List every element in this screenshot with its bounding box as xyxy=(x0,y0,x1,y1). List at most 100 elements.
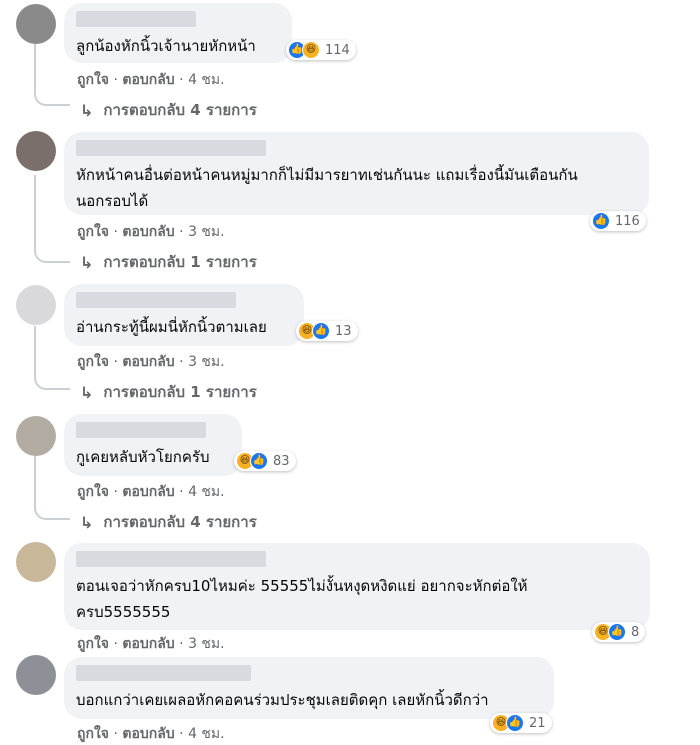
author-name-redacted[interactable] xyxy=(76,665,251,681)
author-name-redacted[interactable] xyxy=(76,292,236,308)
timestamp[interactable]: 4 ชม. xyxy=(188,484,225,500)
reply-action[interactable]: ตอบกลับ xyxy=(122,726,174,742)
comment-text: ลูกน้องหักนิ้วเจ้านายหักหน้า xyxy=(76,37,256,55)
reply-action[interactable]: ตอบกลับ xyxy=(122,224,174,240)
thread-line xyxy=(34,326,36,374)
comment-bubble: อ่านกระทู้นี้ผมนี่หักนิ้วตามเลย xyxy=(64,284,304,346)
comment-text: หักหน้าคนอื่นต่อหน้าคนหมู่มากก็ไม่มีมารย… xyxy=(76,166,578,210)
reply-arrow-icon: ↳ xyxy=(80,252,94,272)
like-reaction-icon: 👍 xyxy=(506,714,524,732)
reply-arrow-icon: ↳ xyxy=(80,100,94,120)
avatar[interactable] xyxy=(16,542,56,582)
separator: · xyxy=(174,484,189,500)
replies-label: การตอบกลับ 4 รายการ xyxy=(103,101,257,119)
avatar[interactable] xyxy=(16,131,56,171)
avatar[interactable] xyxy=(16,285,56,325)
author-name-redacted[interactable] xyxy=(76,11,196,27)
reaction-summary[interactable]: 😆 👍 83 xyxy=(234,451,296,471)
like-action[interactable]: ถูกใจ xyxy=(77,72,109,88)
comment-actions: ถูกใจ · ตอบกลับ · 3 ชม. xyxy=(77,633,225,655)
like-action[interactable]: ถูกใจ xyxy=(77,354,109,370)
comment-text: บอกแกว่าเคยเผลอหักคอคนร่วมประชุมเลยติดคุ… xyxy=(76,691,489,709)
like-action[interactable]: ถูกใจ xyxy=(77,726,109,742)
like-action[interactable]: ถูกใจ xyxy=(77,636,109,652)
thread-curve xyxy=(34,90,70,106)
separator: · xyxy=(174,354,189,370)
replies-label: การตอบกลับ 1 รายการ xyxy=(103,383,257,401)
comment: ลูกน้องหักนิ้วเจ้านายหักหน้า 👍 😆 114 ถูก… xyxy=(0,0,700,125)
separator: · xyxy=(174,224,189,240)
avatar[interactable] xyxy=(16,655,56,695)
author-name-redacted[interactable] xyxy=(76,140,266,156)
thread-line xyxy=(34,456,36,504)
like-action[interactable]: ถูกใจ xyxy=(77,224,109,240)
reaction-summary[interactable]: 👍 😆 114 xyxy=(286,40,356,60)
comment-bubble: กูเคยหลับหัวโยกครับ xyxy=(64,414,242,476)
reaction-count: 83 xyxy=(273,453,290,469)
like-action[interactable]: ถูกใจ xyxy=(77,484,109,500)
reaction-summary[interactable]: 👍 116 xyxy=(590,211,646,231)
comment: ตอนเจอว่าหักครบ10ไหมค่ะ 55555ไม่งั้นหงุด… xyxy=(0,540,700,655)
comment-actions: ถูกใจ · ตอบกลับ · 4 ชม. xyxy=(77,69,225,91)
view-replies-link[interactable]: ↳ การตอบกลับ 1 รายการ xyxy=(80,250,257,274)
comment-text: กูเคยหลับหัวโยกครับ xyxy=(76,448,210,466)
like-reaction-icon: 👍 xyxy=(312,322,330,340)
reaction-summary[interactable]: 😆 👍 8 xyxy=(592,622,646,642)
comment-text: ตอนเจอว่าหักครบ10ไหมค่ะ 55555ไม่งั้นหงุด… xyxy=(76,577,528,621)
timestamp[interactable]: 4 ชม. xyxy=(188,72,225,88)
comment-actions: ถูกใจ · ตอบกลับ · 4 ชม. xyxy=(77,723,225,745)
view-replies-link[interactable]: ↳ การตอบกลับ 4 รายการ xyxy=(80,98,257,122)
comment-actions: ถูกใจ · ตอบกลับ · 3 ชม. xyxy=(77,221,225,243)
comment: อ่านกระทู้นี้ผมนี่หักนิ้วตามเลย 😆 👍 13 ถ… xyxy=(0,280,700,410)
comment-bubble: ตอนเจอว่าหักครบ10ไหมค่ะ 55555ไม่งั้นหงุด… xyxy=(64,543,650,630)
thread-line xyxy=(34,44,36,90)
comment: กูเคยหลับหัวโยกครับ 😆 👍 83 ถูกใจ · ตอบกล… xyxy=(0,410,700,540)
comment-text: อ่านกระทู้นี้ผมนี่หักนิ้วตามเลย xyxy=(76,318,267,336)
thread-curve xyxy=(34,374,70,390)
like-reaction-icon: 👍 xyxy=(250,452,268,470)
comment-bubble: ลูกน้องหักนิ้วเจ้านายหักหน้า xyxy=(64,3,292,63)
separator: · xyxy=(109,636,123,652)
reply-action[interactable]: ตอบกลับ xyxy=(122,354,174,370)
reaction-count: 21 xyxy=(529,715,546,731)
view-replies-link[interactable]: ↳ การตอบกลับ 1 รายการ xyxy=(80,380,257,404)
like-reaction-icon: 👍 xyxy=(592,212,610,230)
separator: · xyxy=(109,224,123,240)
reaction-count: 114 xyxy=(325,42,350,58)
author-name-redacted[interactable] xyxy=(76,422,206,438)
thread-curve xyxy=(34,247,70,263)
avatar[interactable] xyxy=(16,4,56,44)
reply-arrow-icon: ↳ xyxy=(80,382,94,402)
replies-label: การตอบกลับ 1 รายการ xyxy=(103,253,257,271)
reply-action[interactable]: ตอบกลับ xyxy=(122,636,174,652)
thread-line xyxy=(34,175,36,247)
separator: · xyxy=(109,726,123,742)
haha-reaction-icon: 😆 xyxy=(302,41,320,59)
like-reaction-icon: 👍 xyxy=(608,623,626,641)
separator: · xyxy=(109,484,123,500)
reaction-summary[interactable]: 😆 👍 21 xyxy=(490,713,552,733)
reaction-summary[interactable]: 😆 👍 13 xyxy=(296,321,358,341)
separator: · xyxy=(174,726,189,742)
timestamp[interactable]: 3 ชม. xyxy=(188,636,225,652)
reply-action[interactable]: ตอบกลับ xyxy=(122,484,174,500)
timestamp[interactable]: 3 ชม. xyxy=(188,224,225,240)
replies-label: การตอบกลับ 4 รายการ xyxy=(103,513,257,531)
separator: · xyxy=(174,72,189,88)
reaction-count: 8 xyxy=(631,624,640,640)
thread-curve xyxy=(34,504,70,520)
reaction-count: 13 xyxy=(335,323,352,339)
timestamp[interactable]: 4 ชม. xyxy=(188,726,225,742)
comment-bubble: หักหน้าคนอื่นต่อหน้าคนหมู่มากก็ไม่มีมารย… xyxy=(64,132,649,215)
author-name-redacted[interactable] xyxy=(76,551,266,567)
comment: บอกแกว่าเคยเผลอหักคอคนร่วมประชุมเลยติดคุ… xyxy=(0,655,700,742)
avatar[interactable] xyxy=(16,416,56,456)
comment-actions: ถูกใจ · ตอบกลับ · 3 ชม. xyxy=(77,351,225,373)
view-replies-link[interactable]: ↳ การตอบกลับ 4 รายการ xyxy=(80,510,257,534)
comment-actions: ถูกใจ · ตอบกลับ · 4 ชม. xyxy=(77,481,225,503)
reply-action[interactable]: ตอบกลับ xyxy=(122,72,174,88)
separator: · xyxy=(109,72,123,88)
separator: · xyxy=(109,354,123,370)
separator: · xyxy=(174,636,189,652)
timestamp[interactable]: 3 ชม. xyxy=(188,354,225,370)
